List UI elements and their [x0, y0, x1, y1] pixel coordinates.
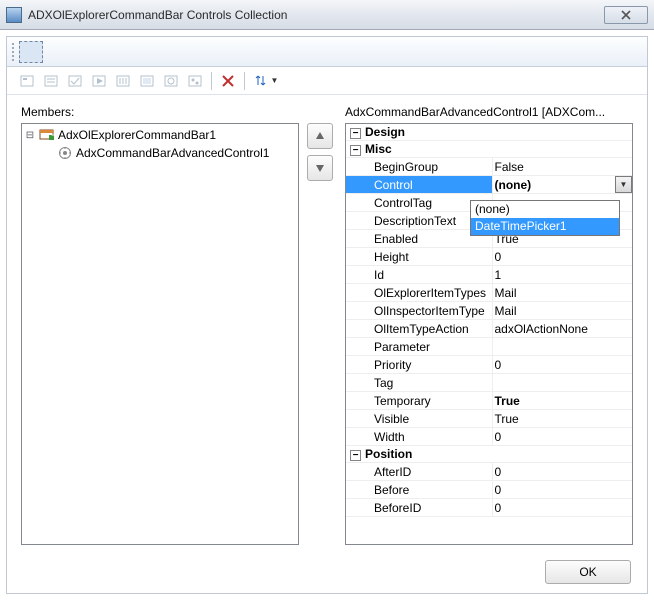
property-row[interactable]: VisibleTrue	[346, 410, 632, 428]
close-button[interactable]	[604, 6, 648, 24]
property-name: OlExplorerItemTypes	[346, 284, 492, 302]
property-name: AfterID	[346, 463, 492, 481]
property-value[interactable]: (none)▼	[492, 176, 632, 194]
property-name: Before	[346, 481, 492, 499]
properties-panel: AdxCommandBarAdvancedControl1 [ADXCom...…	[345, 105, 633, 545]
property-value[interactable]: True	[492, 410, 632, 428]
property-value[interactable]: 0	[492, 356, 632, 374]
property-row[interactable]: Priority0	[346, 356, 632, 374]
property-name: OlItemTypeAction	[346, 320, 492, 338]
tree-item-label: AdxCommandBarAdvancedControl1	[76, 146, 269, 160]
svg-text:+: +	[51, 128, 55, 142]
toolbutton-2[interactable]	[41, 71, 61, 91]
members-panel: Members: ⊟ + AdxOlExplorerCommandBar1	[21, 105, 299, 545]
property-row[interactable]: TemporaryTrue	[346, 392, 632, 410]
dialog-body: ▼ Members: ⊟ + AdxOlExplorerCommandBar1	[6, 36, 648, 594]
property-row[interactable]: Tag	[346, 374, 632, 392]
property-name: OlInspectorItemType	[346, 302, 492, 320]
sort-button[interactable]: ▼	[251, 71, 281, 91]
property-value[interactable]: 0	[492, 248, 632, 266]
property-category[interactable]: −Misc	[346, 141, 632, 158]
toolbutton-8[interactable]	[185, 71, 205, 91]
property-value[interactable]: 1	[492, 266, 632, 284]
move-up-button[interactable]	[307, 123, 333, 149]
dialog-footer: OK	[7, 551, 647, 593]
property-row[interactable]: Before0	[346, 481, 632, 499]
toolbutton-4[interactable]	[89, 71, 109, 91]
property-value[interactable]: 0	[492, 481, 632, 499]
property-name: Id	[346, 266, 492, 284]
delete-button[interactable]	[218, 71, 238, 91]
app-icon	[6, 7, 22, 23]
property-row[interactable]: Width0	[346, 428, 632, 446]
toolbar-separator	[211, 72, 212, 90]
property-row[interactable]: OlInspectorItemTypeMail	[346, 302, 632, 320]
collapse-icon[interactable]: −	[350, 128, 361, 139]
members-label: Members:	[21, 105, 299, 119]
dropdown-option[interactable]: (none)	[471, 201, 619, 218]
property-name: BeginGroup	[346, 158, 492, 176]
tree-item-label: AdxOlExplorerCommandBar1	[58, 128, 216, 142]
property-category[interactable]: −Design	[346, 124, 632, 141]
property-row[interactable]: Height0	[346, 248, 632, 266]
property-value[interactable]: adxOlActionNone	[492, 320, 632, 338]
property-row[interactable]: AfterID0	[346, 463, 632, 481]
property-value[interactable]: Mail	[492, 302, 632, 320]
move-down-button[interactable]	[307, 155, 333, 181]
property-row[interactable]: Control(none)▼	[346, 176, 632, 194]
property-row[interactable]: BeforeID0	[346, 499, 632, 517]
property-name: Height	[346, 248, 492, 266]
collapse-icon[interactable]: ⊟	[24, 130, 36, 141]
property-name: Control	[346, 176, 492, 194]
property-name: BeforeID	[346, 499, 492, 517]
window-title: ADXOlExplorerCommandBar Controls Collect…	[28, 8, 604, 22]
property-name: Parameter	[346, 338, 492, 356]
ok-button[interactable]: OK	[545, 560, 631, 584]
property-value[interactable]: Mail	[492, 284, 632, 302]
drop-slot[interactable]	[19, 41, 43, 63]
toolbutton-6[interactable]	[137, 71, 157, 91]
reorder-buttons	[307, 105, 337, 545]
property-row[interactable]: Id1	[346, 266, 632, 284]
toolbutton-7[interactable]	[161, 71, 181, 91]
collapse-icon[interactable]: −	[350, 145, 361, 156]
toolbutton-3[interactable]	[65, 71, 85, 91]
commandbar-icon: +	[39, 127, 55, 143]
toolbutton-1[interactable]	[17, 71, 37, 91]
tree-child-item[interactable]: AdxCommandBarAdvancedControl1	[24, 144, 296, 162]
property-category[interactable]: −Position	[346, 446, 632, 463]
collapse-icon[interactable]: −	[350, 450, 361, 461]
property-value[interactable]: 0	[492, 499, 632, 517]
property-name: Tag	[346, 374, 492, 392]
property-row[interactable]: OlExplorerItemTypesMail	[346, 284, 632, 302]
property-grid[interactable]: −Design−MiscBeginGroupFalseControl(none)…	[345, 123, 633, 545]
property-name: Width	[346, 428, 492, 446]
property-value[interactable]	[492, 374, 632, 392]
control-icon	[57, 145, 73, 161]
tree-root-item[interactable]: ⊟ + AdxOlExplorerCommandBar1	[24, 126, 296, 144]
control-dropdown[interactable]: (none)DateTimePicker1	[470, 200, 620, 236]
property-name: Visible	[346, 410, 492, 428]
toolbar-separator	[244, 72, 245, 90]
property-value[interactable]	[492, 338, 632, 356]
property-value[interactable]: True	[492, 392, 632, 410]
property-row[interactable]: BeginGroupFalse	[346, 158, 632, 176]
property-value[interactable]: 0	[492, 463, 632, 481]
toolbar: ▼	[7, 67, 647, 95]
property-value[interactable]: 0	[492, 428, 632, 446]
selected-obj-label: AdxCommandBarAdvancedControl1 [ADXCom...	[345, 105, 633, 119]
content-area: Members: ⊟ + AdxOlExplorerCommandBar1	[7, 95, 647, 551]
property-value[interactable]: False	[492, 158, 632, 176]
property-name: Temporary	[346, 392, 492, 410]
rebar-strip	[7, 37, 647, 67]
property-row[interactable]: OlItemTypeActionadxOlActionNone	[346, 320, 632, 338]
dropdown-option[interactable]: DateTimePicker1	[471, 218, 619, 235]
property-row[interactable]: Parameter	[346, 338, 632, 356]
toolbutton-5[interactable]	[113, 71, 133, 91]
grip-icon[interactable]	[11, 42, 15, 62]
titlebar: ADXOlExplorerCommandBar Controls Collect…	[0, 0, 654, 30]
dropdown-button[interactable]: ▼	[615, 176, 632, 193]
property-name: Priority	[346, 356, 492, 374]
members-tree[interactable]: ⊟ + AdxOlExplorerCommandBar1 AdxCommandB…	[21, 123, 299, 545]
